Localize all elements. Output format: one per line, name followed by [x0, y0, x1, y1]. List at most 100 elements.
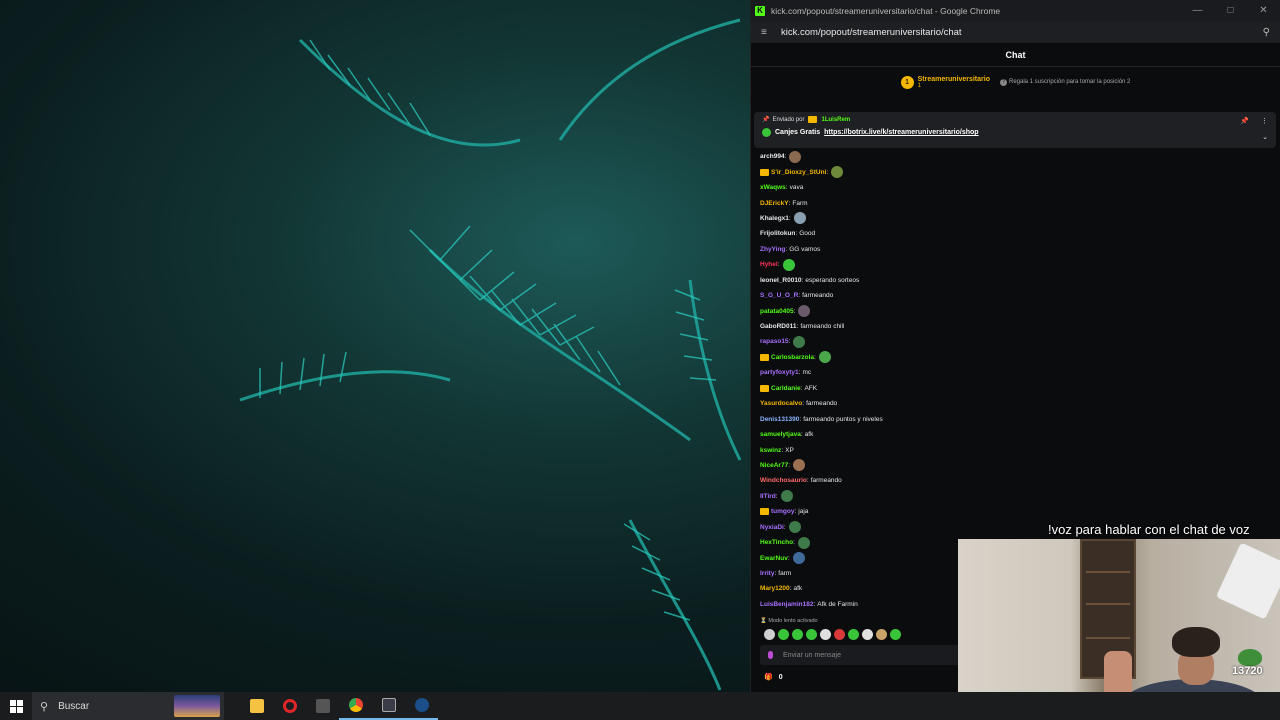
window-titlebar: K kick.com/popout/streameruniversitario/… — [751, 0, 1280, 21]
chat-username[interactable]: leonel_R0010 — [760, 277, 802, 284]
chat-username[interactable]: Hyhel — [760, 261, 778, 268]
chat-message: Windchosaurio: farmeando — [760, 473, 1260, 488]
chat-username[interactable]: rapaso15 — [760, 338, 789, 345]
chat-separator: : — [793, 307, 796, 315]
chat-separator: : — [783, 523, 786, 531]
search-highlight-image[interactable] — [174, 695, 220, 717]
chat-separator: : — [788, 338, 791, 346]
close-icon[interactable]: ✕ — [1247, 5, 1280, 16]
quick-emote-icon[interactable] — [764, 629, 775, 640]
chat-username[interactable]: Khalegx1 — [760, 215, 789, 222]
quick-emote-icon[interactable] — [820, 629, 831, 640]
url-text[interactable]: kick.com/popout/streameruniversitario/ch… — [781, 27, 1263, 38]
chat-username[interactable]: HexTincho — [760, 539, 793, 546]
emote-icon[interactable] — [797, 536, 810, 549]
chat-username[interactable]: Mary1200 — [760, 585, 790, 592]
channel-points[interactable]: 🎁 0 — [764, 673, 783, 682]
chat-username[interactable]: samuelytjava — [760, 431, 801, 438]
chat-username[interactable]: IITird — [760, 493, 776, 500]
quick-emote-icon[interactable] — [848, 629, 859, 640]
chat-username[interactable]: LuisBenjamin182 — [760, 601, 813, 608]
chat-username[interactable]: NiceAr77 — [760, 462, 788, 469]
taskbar-search[interactable]: ⚲ Buscar — [32, 692, 224, 720]
mic-icon[interactable] — [768, 651, 773, 659]
quick-emote-icon[interactable] — [876, 629, 887, 640]
emote-icon[interactable] — [793, 212, 806, 225]
chat-text: mc — [802, 369, 812, 377]
chat-username[interactable]: xWaqws — [760, 184, 786, 191]
chat-username[interactable]: Windchosaurio — [760, 477, 807, 484]
emote-icon[interactable] — [782, 258, 795, 271]
chat-username[interactable]: partyfoxyty1 — [760, 369, 799, 376]
chat-username[interactable]: arch994 — [760, 153, 785, 160]
chat-username[interactable]: EwarNuv — [760, 555, 788, 562]
emote-icon[interactable] — [831, 166, 844, 179]
address-bar[interactable]: ≡ kick.com/popout/streameruniversitario/… — [751, 21, 1280, 43]
chat-username[interactable]: Frijolitokun — [760, 230, 795, 237]
chat-separator: : — [795, 230, 798, 238]
media-player-icon[interactable] — [372, 692, 405, 720]
chat-username[interactable]: Carlosbarzola — [771, 354, 814, 361]
chat-username[interactable]: Irrity — [760, 570, 774, 577]
calculator-icon[interactable] — [306, 692, 339, 720]
chat-username[interactable]: S_G_U_O_R — [760, 292, 798, 299]
quick-emote-icon[interactable] — [792, 629, 803, 640]
minimize-icon[interactable]: — — [1181, 5, 1214, 16]
chat-text: farmeando — [806, 400, 838, 408]
chat-text: XP — [785, 446, 794, 454]
chat-username[interactable]: kswinz — [760, 447, 781, 454]
site-settings-icon[interactable]: ≡ — [761, 27, 775, 38]
emote-icon[interactable] — [818, 351, 831, 364]
emote-icon[interactable] — [798, 305, 811, 318]
chat-username[interactable]: S'ir_Dioxzy_StUni — [771, 169, 826, 176]
chat-username[interactable]: Denis131390 — [760, 416, 799, 423]
chat-username[interactable]: tumgoy — [771, 508, 794, 515]
emote-icon[interactable] — [793, 335, 806, 348]
unpin-icon[interactable]: 📌 — [1240, 117, 1249, 125]
chat-separator: : — [788, 461, 790, 469]
chat-message: Denis131390: farmeando puntos y niveles — [760, 411, 1260, 426]
file-explorer-icon[interactable] — [240, 692, 273, 720]
start-button[interactable] — [0, 699, 32, 713]
leaderboard-name[interactable]: Streameruniversitario — [918, 76, 990, 83]
pinned-sender[interactable]: 1LuisRem — [822, 117, 851, 123]
emote-icon[interactable] — [788, 521, 801, 534]
chat-message: arch994: — [760, 149, 1260, 164]
quick-emote-icon[interactable] — [778, 629, 789, 640]
chat-username[interactable]: Yasurdocalvo — [760, 400, 802, 407]
zoom-search-icon[interactable]: ⚲ — [1263, 27, 1270, 38]
pinned-sent-by-label: Enviado por — [772, 116, 805, 123]
emote-icon[interactable] — [792, 552, 805, 565]
quick-emote-icon[interactable] — [890, 629, 901, 640]
emote-icon[interactable] — [780, 490, 793, 503]
windows-logo-icon — [9, 699, 23, 713]
quick-emote-icon[interactable] — [806, 629, 817, 640]
chat-text: Afk de Farmin — [817, 600, 858, 608]
emote-icon[interactable] — [789, 150, 802, 163]
steam-icon[interactable] — [405, 692, 438, 720]
emote-icon[interactable] — [793, 459, 805, 472]
opera-icon[interactable] — [273, 692, 306, 720]
leaderboard-bar[interactable]: 1 Streameruniversitario 1 ? Regala 1 susc… — [751, 67, 1280, 97]
pinned-link[interactable]: https://botrix.live/k/streameruniversita… — [824, 129, 978, 136]
search-icon: ⚲ — [40, 700, 49, 713]
pinned-message[interactable]: 📌 Enviado por 1LuisRem Canjes Gratis htt… — [754, 112, 1276, 148]
kick-favicon-icon: K — [755, 5, 765, 16]
chat-separator: : — [781, 446, 784, 454]
chat-username[interactable]: ZhyYing — [760, 246, 785, 253]
search-label[interactable]: Buscar — [58, 701, 89, 712]
chrome-icon[interactable] — [339, 692, 372, 720]
chat-username[interactable]: Carldanie — [771, 385, 801, 392]
chevron-down-icon[interactable]: ⌄ — [1262, 133, 1268, 141]
quick-emote-icon[interactable] — [862, 629, 873, 640]
chat-message: S'ir_Dioxzy_StUni: — [760, 164, 1260, 179]
chat-input-placeholder[interactable]: Enviar un mensaje — [783, 652, 841, 659]
chat-username[interactable]: GaboRD011 — [760, 323, 797, 330]
chat-username[interactable]: DJErickY — [760, 200, 789, 207]
maximize-icon[interactable]: □ — [1214, 5, 1247, 16]
chat-username[interactable]: NyxiaDi — [760, 524, 784, 531]
chat-username[interactable]: patata0405 — [760, 308, 794, 315]
more-options-icon[interactable]: ⋮ — [1261, 117, 1268, 125]
chat-text: Good — [799, 230, 816, 238]
quick-emote-icon[interactable] — [834, 629, 845, 640]
